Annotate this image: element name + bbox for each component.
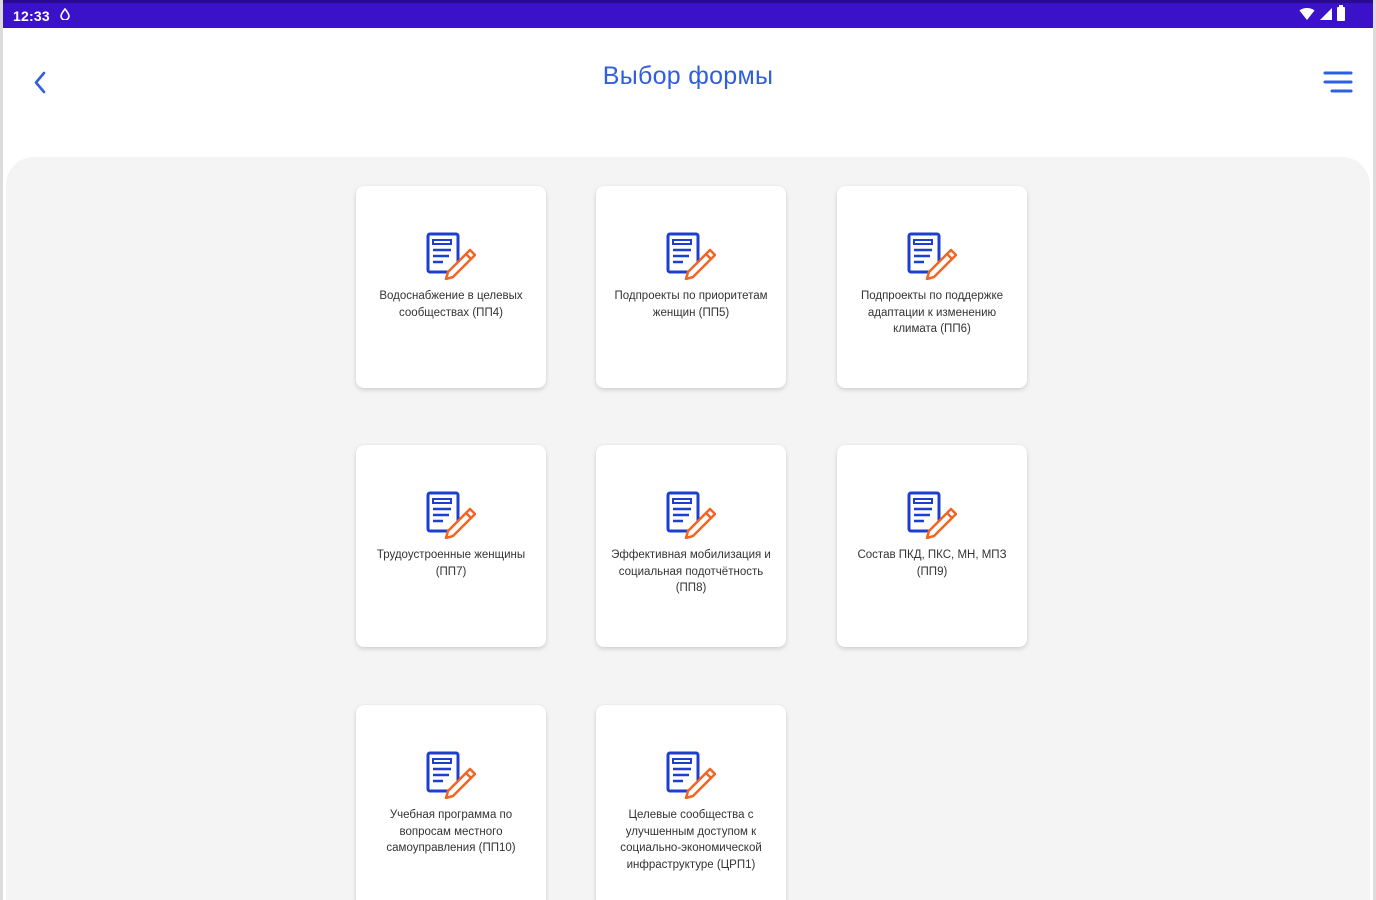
form-card-label: Подпроекты по поддержке адаптации к изме…: [860, 290, 1004, 335]
menu-button[interactable]: [1321, 66, 1355, 100]
form-card-label: Целевые сообщества с улучшенным доступом…: [620, 809, 762, 871]
app-bar: Выбор формы: [3, 28, 1373, 148]
battery-icon: [1337, 5, 1345, 21]
form-card-pp9[interactable]: Состав ПКД, ПКС, МН, МПЗ (ПП9): [837, 445, 1027, 647]
form-edit-icon: [666, 751, 716, 799]
form-edit-icon: [907, 232, 957, 280]
form-card-pp8[interactable]: Эффективная мобилизация и социальная под…: [596, 445, 786, 647]
form-edit-icon: [907, 491, 957, 539]
form-card-label: Подпроекты по приоритетам женщин (ПП5): [614, 290, 768, 319]
form-edit-icon: [426, 232, 476, 280]
form-card-pp7[interactable]: Трудоустроенные женщины (ПП7): [356, 445, 546, 647]
forms-grid: Водоснабжение в целевых сообществах (ПП4…: [6, 157, 1370, 900]
form-card-pp5[interactable]: Подпроекты по приоритетам женщин (ПП5): [596, 186, 786, 388]
wifi-icon: [1299, 7, 1315, 21]
form-card-label: Трудоустроенные женщины (ПП7): [376, 549, 526, 578]
form-card-pp4[interactable]: Водоснабжение в целевых сообществах (ПП4…: [356, 186, 546, 388]
page-title: Выбор формы: [602, 62, 774, 90]
form-card-label: Состав ПКД, ПКС, МН, МПЗ (ПП9): [857, 549, 1007, 578]
data-saver-icon: [60, 7, 70, 23]
app-window: 12:33 Выбор формы Водоснабжение в целевы…: [0, 0, 1376, 900]
form-card-crp1[interactable]: Целевые сообщества с улучшенным доступом…: [596, 705, 786, 900]
form-card-pp6[interactable]: Подпроекты по поддержке адаптации к изме…: [837, 186, 1027, 388]
form-card-pp10[interactable]: Учебная программа по вопросам местного с…: [356, 705, 546, 900]
form-card-label: Водоснабжение в целевых сообществах (ПП4…: [379, 290, 523, 319]
form-edit-icon: [666, 491, 716, 539]
status-bar: 12:33: [3, 0, 1373, 28]
form-edit-icon: [426, 751, 476, 799]
form-card-label: Эффективная мобилизация и социальная под…: [611, 549, 771, 594]
status-icons: [1299, 5, 1345, 21]
menu-icon: [1323, 71, 1353, 93]
form-card-label: Учебная программа по вопросам местного с…: [386, 809, 516, 854]
signal-icon: [1319, 7, 1333, 21]
form-edit-icon: [666, 232, 716, 280]
status-time: 12:33: [13, 8, 50, 24]
form-edit-icon: [426, 491, 476, 539]
